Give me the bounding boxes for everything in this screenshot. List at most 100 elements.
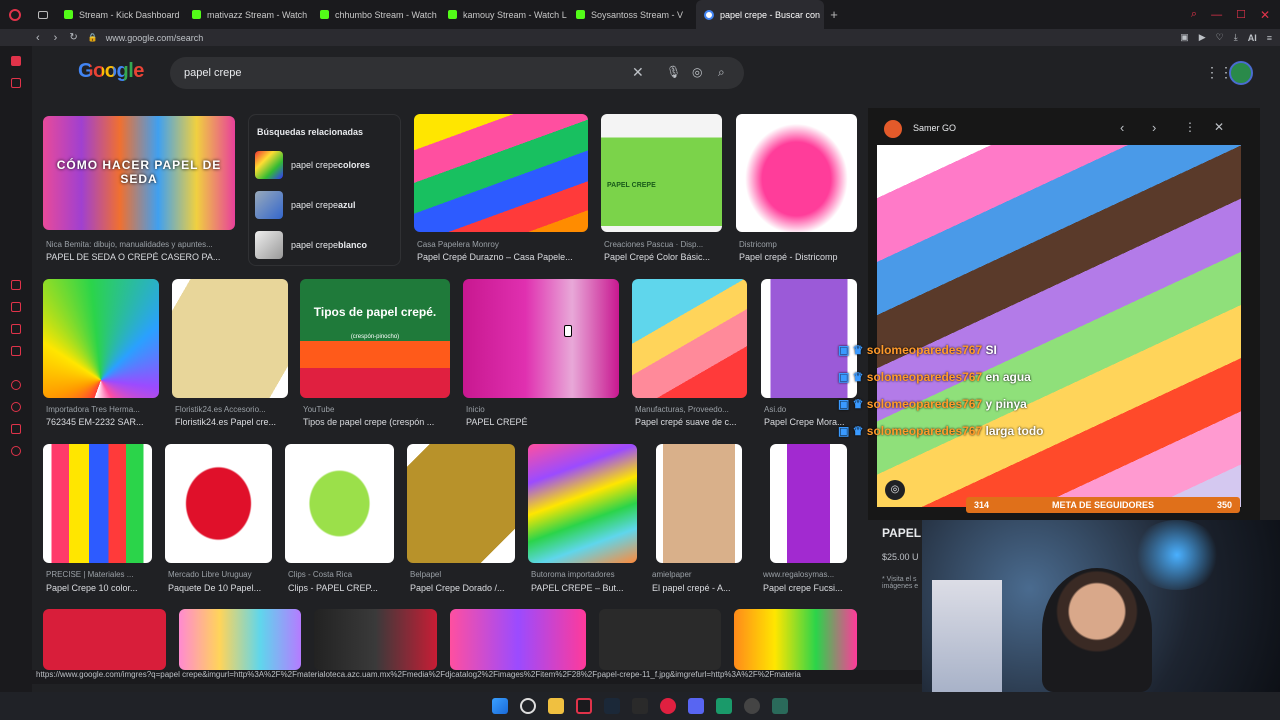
result-title[interactable]: Papel crepe Fucsi... [763,583,857,593]
image-result[interactable] [43,444,152,563]
new-tab-button[interactable]: + [824,7,844,22]
preview-source[interactable]: Samer GO [913,123,956,133]
result-title[interactable]: El papel crepé - A... [652,583,746,593]
result-source[interactable]: Importadora Tres Herma... [46,405,158,414]
result-source[interactable]: Districomp [739,240,857,249]
settings-icon[interactable] [11,446,21,456]
result-source[interactable]: Casa Papelera Monroy [417,240,587,249]
minimize-icon[interactable]: — [1211,9,1222,21]
back-icon[interactable]: ‹ [36,32,40,44]
url-field[interactable]: www.google.com/search [106,33,204,43]
result-title[interactable]: Papel Crepe 10 color... [46,583,152,593]
maximize-icon[interactable]: ☐ [1236,8,1246,21]
result-source[interactable]: YouTube [303,405,449,414]
forward-icon[interactable]: › [54,32,58,44]
result-title[interactable]: Papel Crepé Durazno – Casa Papele... [417,252,587,262]
epic-games-icon[interactable] [632,698,648,714]
search-icon[interactable]: ⌕ [718,66,725,78]
image-result[interactable] [450,609,586,670]
result-source[interactable]: Floristik24.es Accesorio... [175,405,287,414]
microphone-icon[interactable]: 🎙 [666,66,681,78]
extensions-icon[interactable]: ▣ [1180,32,1189,43]
result-source[interactable]: Creaciones Pascua · Disp... [604,240,724,249]
search-tabs-icon[interactable]: ⌕ [1191,8,1197,21]
image-result[interactable] [407,444,515,563]
close-window-icon[interactable]: ✕ [1260,8,1270,22]
result-title[interactable]: Paquete De 10 Papel... [168,583,272,593]
result-title[interactable]: Papel crepé - Districomp [739,252,857,262]
image-result[interactable] [632,279,747,398]
media-player-icon[interactable] [660,698,676,714]
image-result[interactable] [179,609,301,670]
image-result[interactable]: CÓMO HACER PAPEL DE SEDA [43,116,235,230]
image-result[interactable] [599,609,721,670]
image-result[interactable] [463,279,619,398]
file-explorer-icon[interactable] [548,698,564,714]
result-title[interactable]: PAPEL DE SEDA O CREPÉ CASERO PA... [46,252,234,262]
related-item-blanco[interactable]: papel crepe blanco [255,231,367,259]
menu-icon[interactable]: ≡ [1267,33,1272,43]
image-result[interactable]: Tipos de papel crepé. (crespón-pinocho) [300,279,450,398]
image-result[interactable] [43,279,159,398]
lens-search-icon[interactable]: ◎ [885,480,905,500]
result-title[interactable]: Papel Crepé Color Básic... [604,252,724,262]
result-source[interactable]: Mercado Libre Uruguay [168,570,272,579]
home-icon[interactable] [11,56,21,66]
result-title[interactable]: PAPEL CREPE – But... [531,583,637,593]
result-title[interactable]: Tipos de papel crepe (crespón ... [303,417,449,427]
tab-soysantoss[interactable]: Soysantoss Stream - V [568,0,696,29]
result-source[interactable]: PRECISE | Materiales ... [46,570,152,579]
image-result[interactable] [172,279,288,398]
result-source[interactable]: Inicio [466,405,616,414]
windows-start-icon[interactable] [492,698,508,714]
preview-image[interactable] [877,145,1241,507]
result-source[interactable]: amielpaper [652,570,746,579]
more-options-icon[interactable]: ⋮ [1184,120,1196,134]
image-result[interactable] [528,444,637,563]
messenger-icon[interactable] [11,78,21,88]
search-icon[interactable] [520,698,536,714]
sidebar-app-icon[interactable] [11,346,21,356]
avatar[interactable] [1229,61,1253,85]
sidebar-app-icon[interactable] [11,424,21,434]
result-source[interactable]: Belpapel [410,570,515,579]
tab-google-search[interactable]: papel crepe - Buscar con [696,0,824,29]
image-result[interactable] [734,609,857,670]
discord-icon[interactable] [688,698,704,714]
image-result[interactable] [770,444,847,563]
ai-icon[interactable]: AI [1248,33,1257,43]
image-result[interactable] [165,444,272,563]
google-logo[interactable]: Google [78,60,144,83]
image-result[interactable]: PAPEL CREPE [601,114,722,232]
next-icon[interactable]: › [1152,120,1156,135]
image-result[interactable] [656,444,742,563]
reload-icon[interactable]: ↻ [69,32,77,43]
search-input[interactable]: papel crepe [184,67,242,79]
result-source[interactable]: www.regalosymas... [763,570,857,579]
opera-menu-icon[interactable] [0,0,30,29]
app-icon[interactable] [716,698,732,714]
obs-icon[interactable] [744,698,760,714]
tab-overview-icon[interactable] [30,0,56,29]
search-box[interactable]: papel crepe [170,57,744,89]
related-item-azul[interactable]: papel crepe azul [255,191,356,219]
image-result[interactable] [736,114,857,232]
heart-icon[interactable]: ♡ [1216,32,1224,43]
related-item-colores[interactable]: papel crepe colores [255,151,370,179]
image-result[interactable] [43,609,166,670]
sidebar-app-icon[interactable] [11,280,21,290]
download-icon[interactable]: ⤓ [1234,32,1238,43]
result-source[interactable]: Clips - Costa Rica [288,570,394,579]
result-source[interactable]: Nica Bemita: dibujo, manualidades y apun… [46,240,231,249]
history-icon[interactable] [11,380,21,390]
sidebar-app-icon[interactable] [11,302,21,312]
result-source[interactable]: Manufacturas, Proveedo... [635,405,746,414]
result-title[interactable]: PAPEL CREPÉ [466,417,616,427]
result-title[interactable]: Clips - PAPEL CREP... [288,583,394,593]
app-icon[interactable] [772,698,788,714]
play-icon[interactable]: ▶ [1199,32,1206,43]
image-result[interactable] [314,609,437,670]
result-title[interactable]: Papel Crepe Dorado /... [410,583,515,593]
clear-search-icon[interactable]: ✕ [632,65,644,79]
steam-icon[interactable] [604,698,620,714]
